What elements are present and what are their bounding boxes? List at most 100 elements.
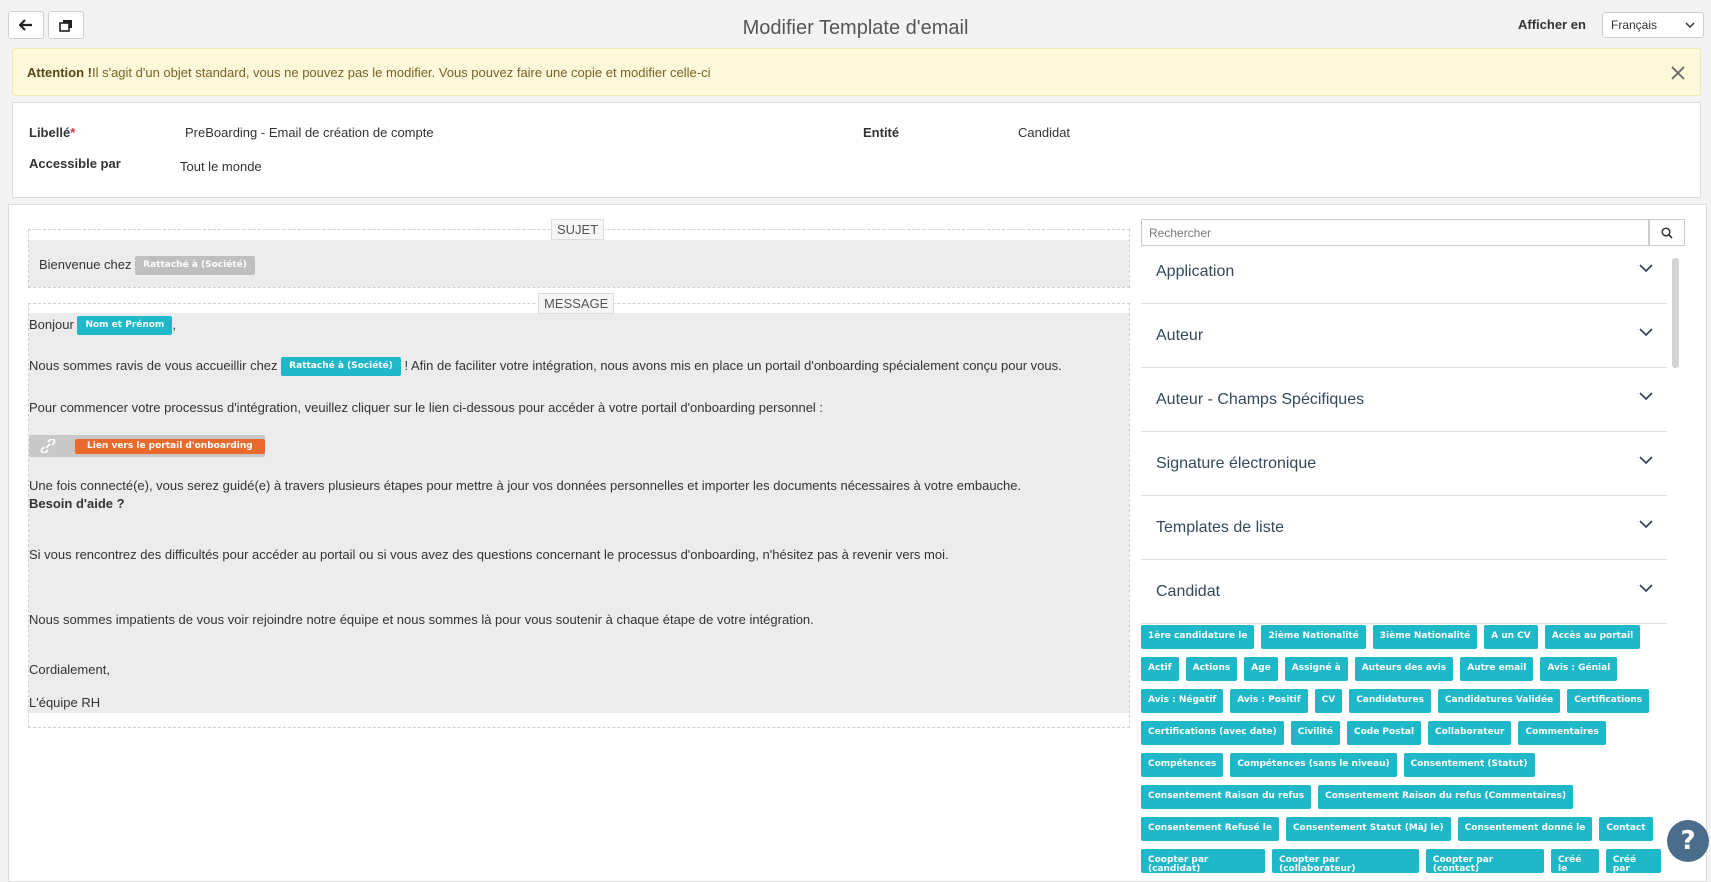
variable-chip[interactable]: Consentement Statut (MàJ le) [1285, 817, 1451, 841]
message-line-greeting: Bonjour Nom et Prénom, [29, 316, 176, 335]
company-variable-chip[interactable]: Rattaché à (Société) [281, 357, 401, 376]
variable-chip[interactable]: Accès au portail [1544, 625, 1641, 649]
variable-chip[interactable]: Code Postal [1346, 721, 1422, 745]
variable-chip[interactable]: Collaborateur [1428, 721, 1512, 745]
chip-row: 1ère candidature le 2ième Nationalité 3i… [1141, 625, 1641, 649]
accordion-candidat[interactable]: Candidat [1141, 560, 1667, 624]
variable-chip[interactable]: Coopter par (contact) [1425, 849, 1545, 874]
accessible-value: Tout le monde [180, 159, 262, 174]
variable-chip[interactable]: Consentement (Statut) [1403, 753, 1535, 777]
variable-chip[interactable]: Consentement Refusé le [1141, 817, 1279, 841]
libelle-label: Libellé* [29, 125, 76, 140]
libelle-value: PreBoarding - Email de création de compt… [185, 125, 434, 140]
entite-value: Candidat [1018, 125, 1071, 140]
warning-title: Attention ! [27, 65, 92, 80]
chip-row: Compétences Compétences (sans le niveau)… [1141, 753, 1535, 777]
name-variable-chip[interactable]: Nom et Prénom [77, 316, 173, 335]
variable-chip[interactable]: Créé le [1551, 849, 1599, 874]
required-marker: * [70, 125, 76, 140]
accordion-templates-liste[interactable]: Templates de liste [1141, 496, 1667, 560]
language-select[interactable]: Français [1602, 12, 1704, 38]
accordion-auteur-champs[interactable]: Auteur - Champs Spécifiques [1141, 368, 1667, 432]
variable-chip[interactable]: Commentaires [1518, 721, 1606, 745]
variable-chip[interactable]: Actions [1185, 657, 1238, 681]
sidebar-scrollbar[interactable] [1672, 258, 1679, 368]
top-bar: Modifier Template d'email Afficher en Fr… [0, 0, 1711, 48]
page-title: Modifier Template d'email [742, 17, 969, 39]
variable-chip[interactable]: Avis : Positif [1230, 689, 1308, 713]
close-icon[interactable] [1668, 63, 1688, 83]
variable-chip[interactable]: Candidatures Validée [1437, 689, 1561, 713]
variable-chip[interactable]: Avis : Génial [1540, 657, 1618, 681]
variable-chip[interactable]: Certifications [1567, 689, 1650, 713]
message-tag: MESSAGE [538, 293, 615, 314]
accessible-label: Accessible par [29, 156, 121, 171]
subject-variable-chip[interactable]: Rattaché à (Société) [135, 256, 255, 275]
warning-message: Attention !Il s'agit d'un objet standard… [27, 65, 710, 80]
variable-chip[interactable]: Avis : Négatif [1141, 689, 1224, 713]
message-line-signature: L'équipe RH [29, 695, 101, 710]
warning-body: Il s'agit d'un objet standard, vous ne p… [91, 65, 711, 80]
variable-chip[interactable]: Créé par [1605, 849, 1662, 874]
message-line-closing: Nous sommes impatients de vous voir rejo… [29, 612, 814, 627]
variable-chip[interactable]: 1ère candidature le [1141, 625, 1255, 649]
link-icon [40, 439, 56, 453]
chip-row: Avis : Négatif Avis : Positif CV Candida… [1141, 689, 1650, 713]
variable-chip[interactable]: 2ième Nationalité [1261, 625, 1366, 649]
warning-banner: Attention !Il s'agit d'un objet standard… [12, 48, 1701, 96]
message-line-steps: Une fois connecté(e), vous serez guidé(e… [29, 478, 1022, 493]
message-line-help-title: Besoin d'aide ? [29, 496, 125, 511]
chevron-down-icon [1639, 392, 1653, 401]
message-line-help-body: Si vous rencontrez des difficultés pour … [29, 547, 949, 562]
onboarding-link-chip[interactable]: Lien vers le portail d'onboarding [75, 439, 265, 454]
chevron-down-icon [1639, 264, 1653, 273]
template-info-panel: Libellé* PreBoarding - Email de création… [12, 102, 1701, 198]
variable-chip[interactable]: Age [1244, 657, 1278, 681]
accordion-label: Auteur - Champs Spécifiques [1156, 391, 1365, 408]
language-select-value: Français [1611, 18, 1658, 32]
accordion-label: Templates de liste [1156, 519, 1285, 536]
chevron-down-icon [1639, 520, 1653, 529]
variable-chip[interactable]: Auteurs des avis [1354, 657, 1454, 681]
variable-chip[interactable]: Contact [1599, 817, 1653, 841]
variable-chip[interactable]: Compétences [1141, 753, 1224, 777]
chevron-down-icon [1639, 456, 1653, 465]
chip-row: Consentement Refusé le Consentement Stat… [1141, 817, 1653, 841]
variable-chip[interactable]: 3ième Nationalité [1372, 625, 1478, 649]
chip-row: Actif Actions Age Assigné à Auteurs des … [1141, 657, 1618, 681]
accordion-label: Candidat [1156, 583, 1221, 600]
chevron-down-icon [1685, 21, 1695, 28]
variable-chip[interactable]: A un CV [1484, 625, 1538, 649]
subject-text: Bienvenue chez [39, 256, 132, 272]
chevron-down-icon [1639, 328, 1653, 337]
accordion-signature[interactable]: Signature électronique [1141, 432, 1667, 496]
message-line-welcome: Nous sommes ravis de vous accueillir che… [29, 357, 1062, 376]
variable-chip[interactable]: Coopter par (candidat) [1141, 849, 1266, 874]
variable-chip[interactable]: Consentement Raison du refus [1141, 785, 1312, 809]
chip-row: Certifications (avec date) Civilité Code… [1141, 721, 1606, 745]
variable-chip[interactable]: Consentement Raison du refus (Commentair… [1318, 785, 1574, 809]
search-icon [1661, 226, 1673, 239]
variable-chip[interactable]: Assigné à [1284, 657, 1348, 681]
help-button[interactable]: ? [1667, 820, 1709, 862]
message-line-regards: Cordialement, [29, 662, 110, 677]
message-line-instructions: Pour commencer votre processus d'intégra… [29, 400, 824, 415]
variable-chip[interactable]: Candidatures [1349, 689, 1431, 713]
accordion-application[interactable]: Application [1141, 240, 1667, 304]
chevron-down-icon [1639, 584, 1653, 593]
variable-chip[interactable]: Civilité [1290, 721, 1340, 745]
accordion-label: Auteur [1156, 327, 1204, 344]
variable-chip[interactable]: Certifications (avec date) [1141, 721, 1284, 745]
variable-chip[interactable]: CV [1314, 689, 1343, 713]
variable-chip[interactable]: Consentement donné le [1457, 817, 1593, 841]
variable-chip[interactable]: Autre email [1460, 657, 1534, 681]
entite-label: Entité [863, 125, 900, 140]
onboarding-link-block[interactable]: Lien vers le portail d'onboarding [29, 435, 265, 457]
accordion-auteur[interactable]: Auteur [1141, 304, 1667, 368]
variable-chip[interactable]: Coopter par (collaborateur) [1272, 849, 1419, 874]
chip-row: Consentement Raison du refus Consentemen… [1141, 785, 1574, 809]
display-language-label: Afficher en [1518, 17, 1586, 32]
subject-line: Bienvenue chez Rattaché à (Société) [39, 256, 255, 275]
variable-chip[interactable]: Compétences (sans le niveau) [1230, 753, 1397, 777]
variable-chip[interactable]: Actif [1141, 657, 1179, 681]
